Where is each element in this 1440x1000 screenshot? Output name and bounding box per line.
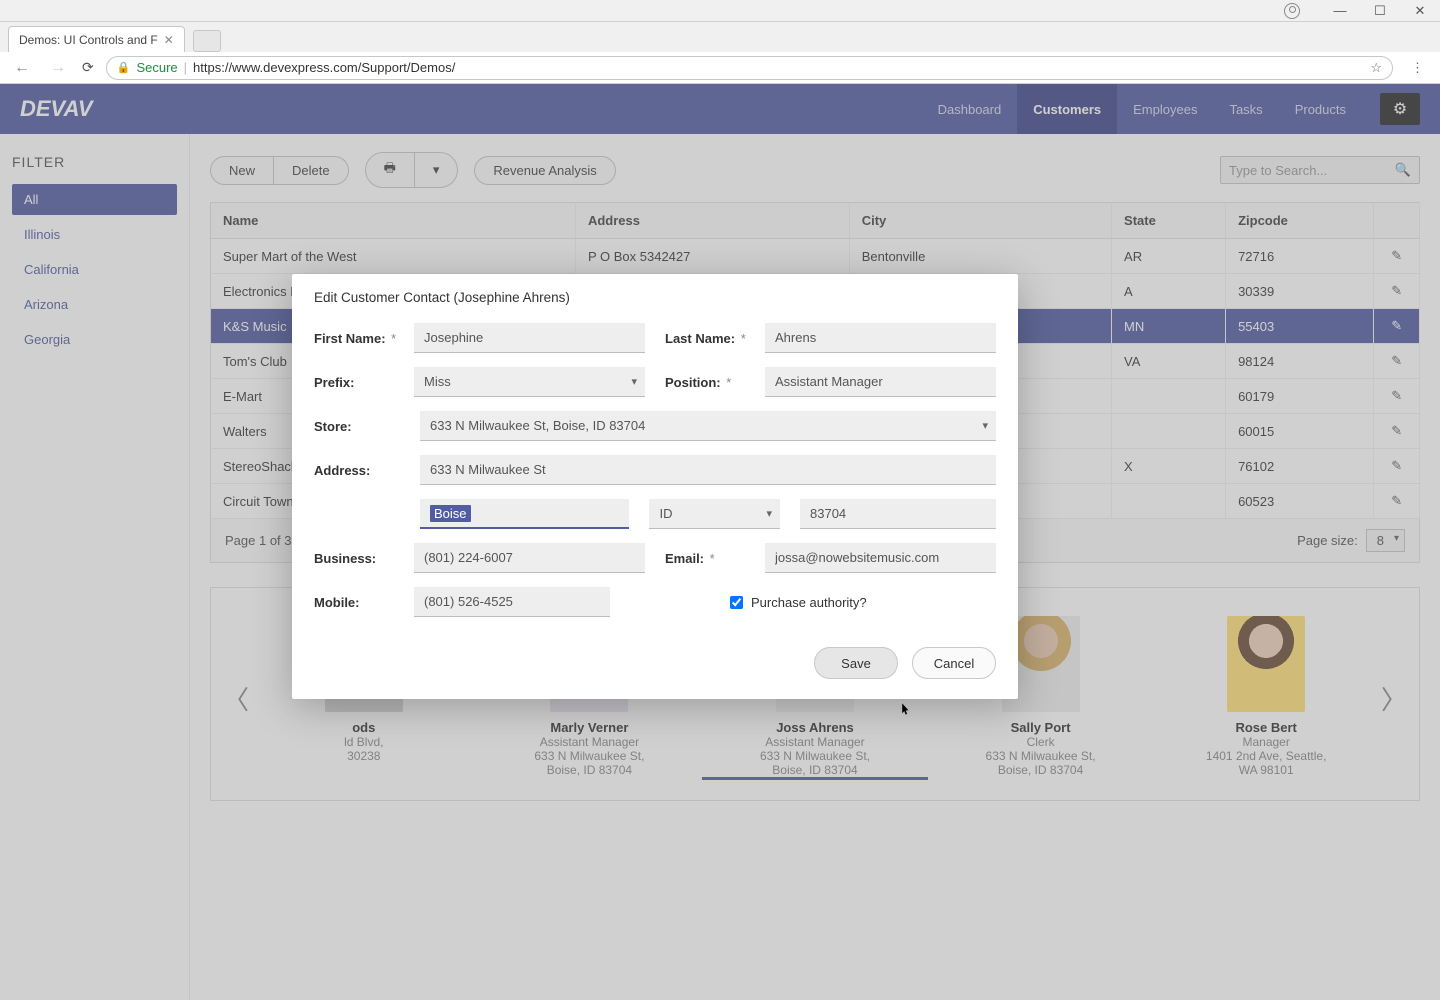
address-bar[interactable]: 🔒 Secure | https://www.devexpress.com/Su…	[106, 56, 1393, 80]
edit-contact-modal: Edit Customer Contact (Josephine Ahrens)…	[292, 274, 1018, 699]
purchase-authority-checkbox[interactable]: Purchase authority?	[730, 595, 867, 610]
last-name-input[interactable]	[765, 323, 996, 353]
label-email: Email: *	[665, 551, 751, 566]
email-input[interactable]	[765, 543, 996, 573]
label-prefix: Prefix:	[314, 375, 400, 390]
minimize-button[interactable]: —	[1320, 3, 1360, 18]
close-window-button[interactable]: ✕	[1400, 3, 1440, 19]
lock-icon: 🔒	[117, 61, 131, 74]
maximize-button[interactable]: ☐	[1360, 3, 1400, 19]
bookmark-icon[interactable]: ☆	[1370, 60, 1382, 76]
label-first-name: First Name: *	[314, 331, 400, 346]
mobile-phone-input[interactable]	[414, 587, 610, 617]
purchase-checkbox-input[interactable]	[730, 596, 743, 609]
address-zip-input[interactable]	[800, 499, 996, 529]
secure-label: Secure	[136, 60, 177, 75]
close-tab-icon[interactable]: ✕	[164, 33, 174, 47]
forward-button[interactable]: →	[46, 59, 70, 77]
new-tab-button[interactable]	[193, 30, 221, 52]
url-text: https://www.devexpress.com/Support/Demos…	[193, 60, 455, 75]
browser-menu-icon[interactable]: ⋮	[1405, 60, 1430, 76]
browser-tab[interactable]: Demos: UI Controls and F ✕	[8, 26, 185, 52]
save-button[interactable]: Save	[814, 647, 898, 679]
label-business: Business:	[314, 551, 400, 566]
business-phone-input[interactable]	[414, 543, 645, 573]
window-titlebar: — ☐ ✕	[0, 0, 1440, 22]
address-city-input[interactable]: Boise	[420, 499, 629, 529]
first-name-input[interactable]	[414, 323, 645, 353]
address-street-input[interactable]	[420, 455, 996, 485]
label-position: Position: *	[665, 375, 751, 390]
modal-title: Edit Customer Contact (Josephine Ahrens)	[314, 290, 996, 305]
profile-icon[interactable]	[1284, 3, 1300, 19]
address-state-select[interactable]: ID	[649, 499, 780, 529]
label-mobile: Mobile:	[314, 595, 400, 610]
tab-title: Demos: UI Controls and F	[19, 33, 158, 47]
label-address: Address:	[314, 463, 400, 478]
back-button[interactable]: ←	[10, 59, 34, 77]
browser-toolbar: ← → ⟳ 🔒 Secure | https://www.devexpress.…	[0, 52, 1440, 84]
prefix-select[interactable]: Miss	[414, 367, 645, 397]
position-input[interactable]	[765, 367, 996, 397]
app-root: DEVAV Dashboard Customers Employees Task…	[0, 84, 1440, 1000]
label-last-name: Last Name: *	[665, 331, 751, 346]
label-store: Store:	[314, 419, 400, 434]
reload-button[interactable]: ⟳	[82, 59, 94, 76]
cancel-button[interactable]: Cancel	[912, 647, 996, 679]
store-select[interactable]: 633 N Milwaukee St, Boise, ID 83704	[420, 411, 996, 441]
browser-tab-strip: Demos: UI Controls and F ✕	[0, 22, 1440, 52]
